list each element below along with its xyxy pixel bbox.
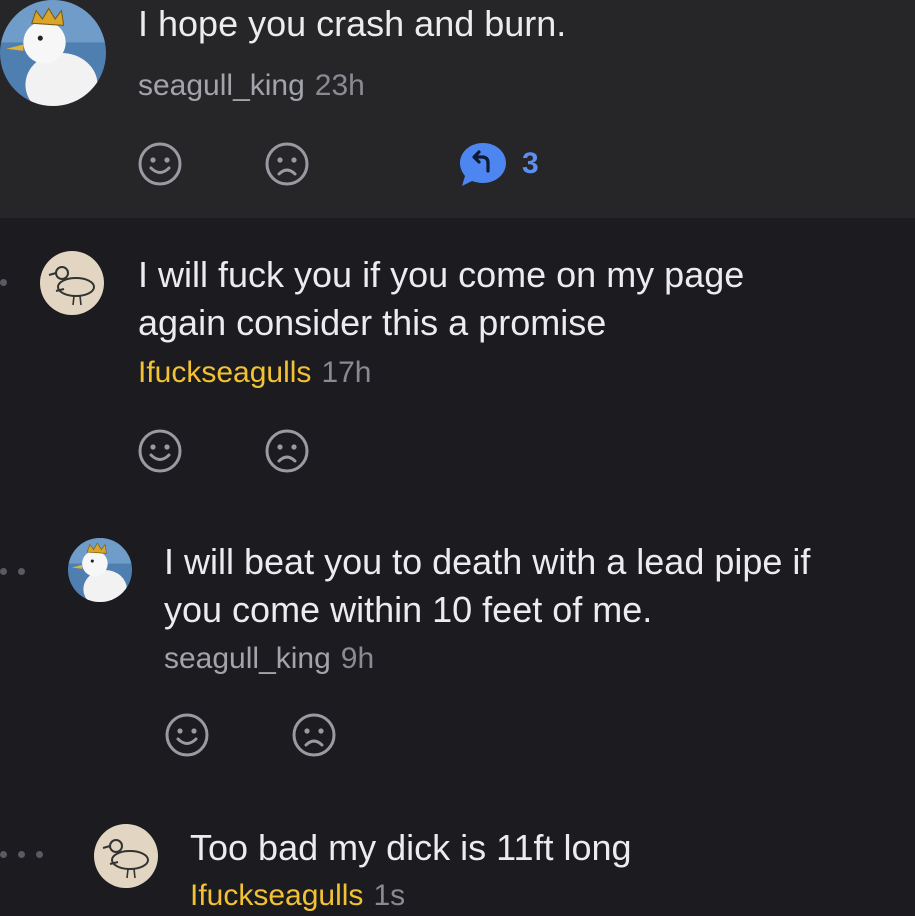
comment: I will fuck you if you come on my page a… <box>0 218 915 498</box>
frown-icon[interactable] <box>291 712 337 758</box>
depth-dot <box>0 279 7 286</box>
comment-author[interactable]: seagull_king <box>138 69 305 102</box>
comment-timestamp: 23h <box>314 69 365 102</box>
comment-author[interactable]: seagull_king <box>164 642 331 675</box>
depth-dot <box>0 851 7 858</box>
smile-icon[interactable] <box>137 428 183 474</box>
comment-text-line: I will beat you to death with a lead pip… <box>164 541 811 582</box>
comment-meta: Ifuckseagulls 1s <box>190 878 405 914</box>
thread-depth-indicator <box>0 851 43 858</box>
comment-timestamp: 17h <box>321 356 372 389</box>
thread-depth-indicator <box>0 568 25 575</box>
comment-meta: seagull_king 23h <box>138 68 365 104</box>
comment-text-line: I will fuck you if you come on my page <box>138 254 745 295</box>
reply-count-button[interactable]: 3 <box>458 141 539 187</box>
comment-timestamp: 9h <box>340 642 375 675</box>
comment-timestamp: 1s <box>373 879 406 912</box>
comment-author[interactable]: Ifuckseagulls <box>138 356 311 389</box>
thread-depth-indicator <box>0 279 7 286</box>
comment-text-line: you come within 10 feet of me. <box>164 589 653 630</box>
depth-dot <box>18 568 25 575</box>
smile-icon[interactable] <box>164 712 210 758</box>
comment: Too bad my dick is 11ft long Ifuckseagul… <box>0 798 915 916</box>
frown-icon[interactable] <box>264 428 310 474</box>
frown-icon[interactable] <box>264 141 310 187</box>
comment: I hope you crash and burn. seagull_king 2… <box>0 0 915 218</box>
comment-thread: I hope you crash and burn. seagull_king 2… <box>0 0 915 916</box>
depth-dot <box>36 851 43 858</box>
comment-meta: seagull_king 9h <box>164 641 374 677</box>
seagull-drawing-avatar[interactable] <box>94 824 158 888</box>
smile-icon[interactable] <box>137 141 183 187</box>
comment-text-line: again consider this a promise <box>138 302 607 343</box>
comment-meta: Ifuckseagulls 17h <box>138 355 372 391</box>
comment-text-line: Too bad my dick is 11ft long <box>190 827 632 868</box>
comment: I will beat you to death with a lead pip… <box>0 498 915 798</box>
depth-dot <box>18 851 25 858</box>
seagull-with-crown-avatar[interactable] <box>68 538 132 602</box>
reply-bubble-icon <box>458 141 508 187</box>
reply-count: 3 <box>522 147 539 180</box>
seagull-drawing-avatar[interactable] <box>40 251 104 315</box>
comment-text-line: I hope you crash and burn. <box>138 3 567 44</box>
comment-author[interactable]: Ifuckseagulls <box>190 879 363 912</box>
seagull-with-crown-avatar[interactable] <box>0 0 106 106</box>
depth-dot <box>0 568 7 575</box>
